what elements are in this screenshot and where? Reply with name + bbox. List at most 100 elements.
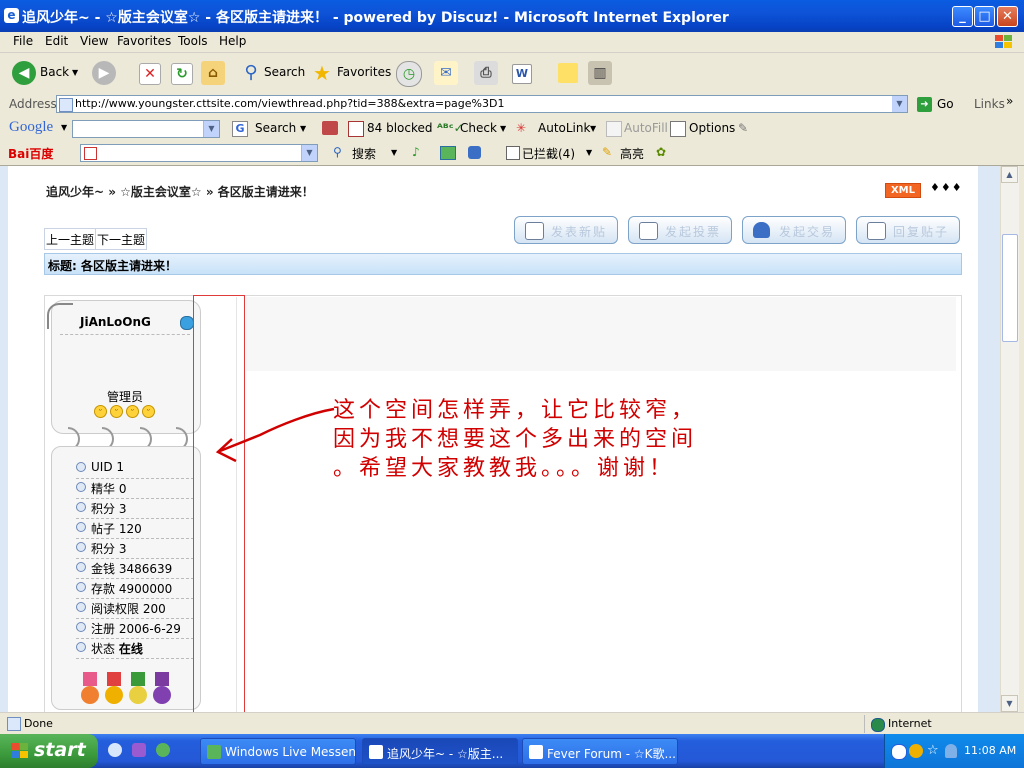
quicklaunch-messenger-icon[interactable] <box>156 743 170 757</box>
menu-view[interactable]: View <box>80 34 108 48</box>
stop-icon[interactable]: ✕ <box>139 63 161 85</box>
tray-star-icon[interactable]: ☆ <box>927 744 941 758</box>
autolink-icon[interactable]: ✳ <box>516 121 526 135</box>
breadcrumb[interactable]: 追风少年~ » ☆版主会议室☆ » 各区版主请进来！ <box>46 183 314 200</box>
research-icon[interactable]: ▥ <box>588 61 612 85</box>
new-poll-button[interactable]: 发起投票 <box>628 216 732 244</box>
scroll-down-icon[interactable]: ▼ <box>1001 695 1018 712</box>
music-icon[interactable]: ♪ <box>412 145 420 159</box>
highlight-button[interactable]: 高亮 <box>620 145 644 162</box>
scroll-up-icon[interactable]: ▲ <box>1001 166 1018 183</box>
new-trade-button[interactable]: 发起交易 <box>742 216 846 244</box>
google-logo[interactable]: Google <box>9 119 53 136</box>
baidu-search-icon[interactable]: ⚲ <box>333 145 342 159</box>
menu-file[interactable]: File <box>13 34 33 48</box>
medal-icon[interactable] <box>104 672 124 706</box>
baidu-blocked-count[interactable]: 已拦截(4) <box>522 145 575 162</box>
medal-icon[interactable] <box>128 672 148 706</box>
menu-tools[interactable]: Tools <box>178 34 208 48</box>
prev-thread-link[interactable]: 上一主题 <box>45 229 95 250</box>
address-input[interactable]: http://www.youngster.cttsite.com/viewthr… <box>56 95 908 113</box>
reply-button[interactable]: 回复贴子 <box>856 216 960 244</box>
go-button[interactable]: Go <box>937 97 954 111</box>
quicklaunch-ie-icon[interactable] <box>108 743 122 757</box>
home-icon[interactable]: ⌂ <box>201 61 225 85</box>
favorites-star-icon[interactable]: ★ <box>310 61 334 85</box>
pagerank-icon[interactable] <box>322 121 338 135</box>
baidu-paw-icon[interactable] <box>468 146 481 159</box>
medal-icon[interactable] <box>152 672 172 706</box>
task-fever-forum[interactable]: Fever Forum - ☆K歌... <box>522 738 678 765</box>
maximize-button[interactable]: □ <box>974 6 995 27</box>
post-author-name[interactable]: JiAnLoOnG <box>80 315 151 329</box>
google-dropdown-icon[interactable]: ▼ <box>203 121 219 137</box>
baidu-dropdown-icon[interactable]: ▼ <box>301 145 317 161</box>
tray-app-icon[interactable] <box>909 744 923 758</box>
check-dropdown-icon[interactable]: ▼ <box>500 124 506 133</box>
baidu-blocked-dropdown-icon[interactable]: ▼ <box>586 148 592 157</box>
task-ie-forum[interactable]: 追风少年~ - ☆版主... <box>362 738 518 765</box>
google-menu-icon[interactable]: ▼ <box>61 123 67 132</box>
page-icon <box>59 98 73 112</box>
menu-favorites[interactable]: Favorites <box>117 34 171 48</box>
popup-block-icon[interactable] <box>506 146 520 160</box>
print-icon[interactable]: ⎙ <box>474 61 498 85</box>
search-button[interactable]: Search <box>264 65 305 79</box>
back-arrow-icon[interactable]: ◀ <box>12 61 36 85</box>
google-search-dropdown-icon[interactable]: ▼ <box>300 124 306 133</box>
next-thread-link[interactable]: 下一主题 <box>95 229 146 250</box>
refresh-icon[interactable]: ↻ <box>171 63 193 85</box>
medal-icon[interactable] <box>80 672 100 706</box>
baidu-search-dropdown-icon[interactable]: ▼ <box>391 148 397 157</box>
favorites-button[interactable]: Favorites <box>337 65 391 79</box>
baidu-extra-icon[interactable]: ✿ <box>656 145 666 159</box>
go-arrow-icon[interactable]: ➜ <box>917 97 932 112</box>
task-messenger[interactable]: Windows Live Messen... <box>200 738 356 765</box>
title-bar[interactable]: e 追风少年~ - ☆版主会议室☆ - 各区版主请进来！ - powered b… <box>0 0 1024 32</box>
menu-help[interactable]: Help <box>219 34 246 48</box>
window-title: 追风少年~ - ☆版主会议室☆ - 各区版主请进来！ - powered by … <box>22 10 729 26</box>
feed-options-icon[interactable]: ♦♦♦ <box>930 181 963 194</box>
clock[interactable]: 11:08 AM <box>964 744 1016 757</box>
baidu-input-icon <box>84 147 97 160</box>
options-icon[interactable] <box>670 121 686 137</box>
links-button[interactable]: Links <box>974 97 1005 111</box>
vertical-scrollbar[interactable]: ▲ ▼ <box>1000 166 1019 712</box>
start-button[interactable]: start <box>0 734 98 768</box>
check-button[interactable]: Check <box>460 121 497 135</box>
google-search-input[interactable]: ▼ <box>72 120 220 138</box>
tray-user-icon[interactable] <box>945 744 957 758</box>
mail-icon[interactable]: ✉ <box>434 61 458 85</box>
search-icon[interactable]: ⚲ <box>239 61 263 85</box>
popup-blocker-icon[interactable] <box>348 121 364 137</box>
blocked-count[interactable]: 84 blocked <box>367 121 433 135</box>
address-dropdown-icon[interactable]: ▼ <box>892 96 907 112</box>
new-post-button[interactable]: 发表新贴 <box>514 216 618 244</box>
menu-edit[interactable]: Edit <box>45 34 68 48</box>
minimize-button[interactable]: _ <box>952 6 973 27</box>
close-button[interactable]: ✕ <box>997 6 1018 27</box>
tray-expand-icon[interactable] <box>891 744 907 760</box>
highlighter-icon[interactable]: ✎ <box>738 121 748 135</box>
options-button[interactable]: Options <box>689 121 735 135</box>
xml-feed-badge[interactable]: XML <box>885 183 921 198</box>
image-icon[interactable] <box>440 146 456 160</box>
new-trade-label: 发起交易 <box>779 225 836 239</box>
highlight-pen-icon[interactable]: ✎ <box>602 145 612 159</box>
forward-arrow-icon[interactable]: ▶ <box>92 61 116 85</box>
baidu-search-input[interactable]: ▼ <box>80 144 318 162</box>
autolink-button[interactable]: AutoLink <box>538 121 590 135</box>
links-chevron-icon[interactable]: » <box>1006 94 1013 108</box>
autolink-dropdown-icon[interactable]: ▼ <box>590 124 596 133</box>
word-edit-icon[interactable]: W <box>512 64 532 84</box>
back-button[interactable]: Back <box>40 65 69 79</box>
quicklaunch-app-icon[interactable] <box>132 743 146 757</box>
back-dropdown-icon[interactable]: ▼ <box>72 68 78 77</box>
scroll-thumb[interactable] <box>1002 234 1018 342</box>
baidu-logo[interactable]: Bai百度 <box>8 145 53 162</box>
baidu-search-button[interactable]: 搜索 <box>352 145 376 162</box>
history-icon[interactable]: ◷ <box>396 61 422 87</box>
note-icon[interactable] <box>558 63 578 83</box>
google-search-button[interactable]: Search <box>255 121 296 135</box>
security-zone[interactable]: Internet <box>888 717 932 730</box>
